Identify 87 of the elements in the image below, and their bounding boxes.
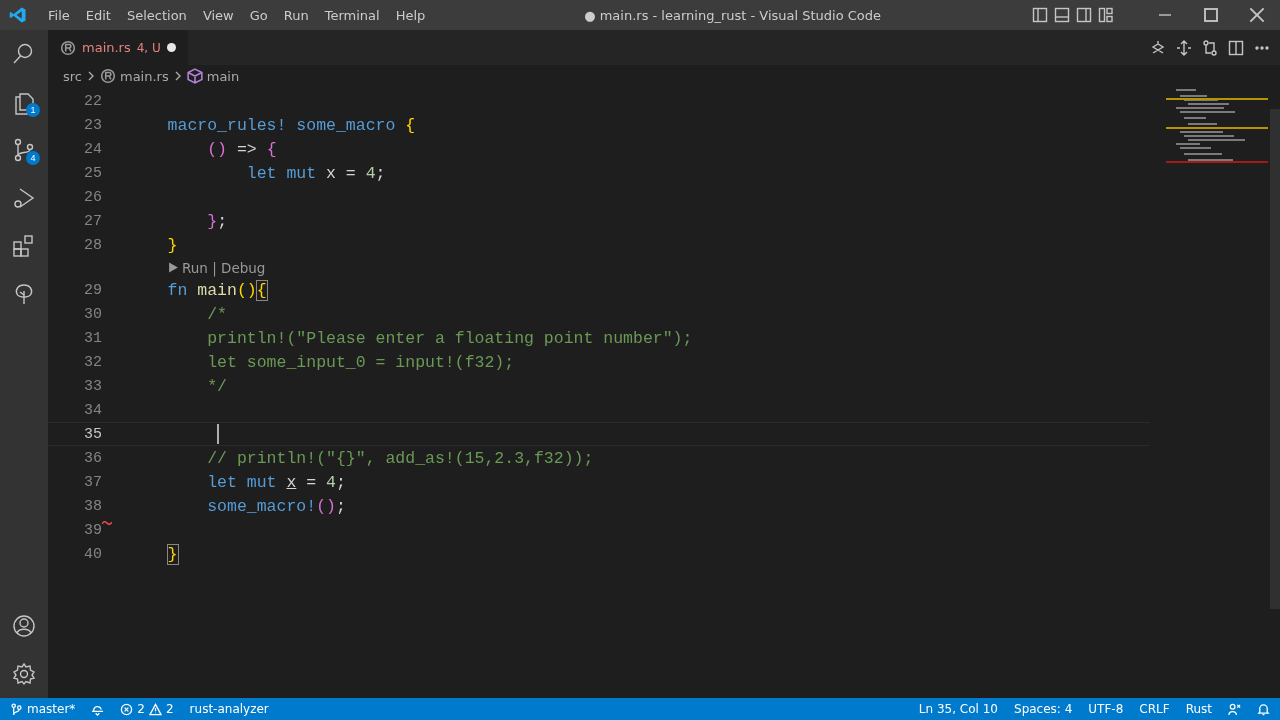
branch-icon	[10, 702, 23, 716]
run-debug-codelens[interactable]: Run | Debug	[168, 259, 266, 276]
secondary-sidebar-layout-icon[interactable]	[1076, 7, 1092, 23]
line-number: 31	[83, 329, 102, 347]
maximize-icon	[1203, 7, 1219, 23]
feedback-icon[interactable]	[1228, 702, 1241, 716]
code-line: */	[206, 375, 228, 397]
code-line: let mut x = 4;	[206, 471, 346, 493]
line-number: 29	[83, 281, 102, 299]
problems-status[interactable]: 2 2	[120, 702, 174, 716]
line-number: 37	[83, 473, 102, 491]
code-line: /*	[206, 303, 228, 325]
code-line: let mut x = 4;	[245, 162, 386, 184]
split-editor-icon[interactable]	[1228, 39, 1244, 56]
warning-icon	[148, 702, 162, 716]
line-number: 40	[83, 545, 102, 563]
close-icon	[1249, 7, 1265, 23]
menu-item[interactable]: Selection	[118, 7, 195, 23]
encoding-status[interactable]: UTF-8	[1088, 702, 1124, 716]
menu-item[interactable]: Go	[241, 7, 276, 23]
text-cursor	[217, 424, 220, 444]
menu-item[interactable]: Help	[387, 7, 434, 23]
code-line: };	[206, 210, 228, 232]
code-line: fn main(){	[166, 279, 267, 301]
menu-item[interactable]: Edit	[77, 7, 119, 23]
panel-layout-icon[interactable]	[1054, 7, 1070, 23]
line-number: 24	[83, 140, 102, 158]
minimize-icon	[1159, 14, 1171, 16]
window-title: ● main.rs - learning_rust - Visual Studio Code	[583, 7, 883, 23]
line-number: 38	[83, 497, 102, 515]
menu-item[interactable]: View	[194, 7, 242, 23]
move-icon[interactable]	[1176, 39, 1192, 56]
line-number: 36	[83, 449, 102, 467]
rust-file-icon	[100, 68, 116, 84]
menu-item[interactable]: Run	[275, 7, 317, 23]
menu-item[interactable]: File	[40, 7, 78, 23]
line-number: 34	[83, 401, 102, 419]
line-number: 39	[83, 521, 102, 539]
unsaved-dot	[166, 43, 176, 52]
play-icon	[168, 262, 179, 273]
customize-layout-icon[interactable]	[1098, 7, 1114, 23]
code-line: }	[166, 234, 178, 256]
settings-icon	[11, 661, 37, 687]
rust-file-icon	[60, 39, 76, 56]
line-number: 32	[83, 353, 102, 371]
menu-item[interactable]: Terminal	[316, 7, 388, 23]
line-number: 23	[83, 116, 102, 134]
error-icon	[120, 702, 134, 716]
activity-bar-item[interactable]: 4	[0, 126, 48, 174]
line-number: 33	[83, 377, 102, 395]
code-line: println!("Please enter a floating point number");	[206, 327, 693, 349]
count-badge: 4	[26, 151, 40, 165]
line-number: 35	[83, 425, 102, 443]
line-ending-status[interactable]: CRLF	[1139, 702, 1170, 716]
account-icon	[11, 613, 37, 639]
compare-changes-icon[interactable]	[1202, 39, 1218, 56]
cube-icon	[186, 68, 203, 84]
line-number: 27	[83, 212, 102, 230]
activity-bar-item[interactable]: 1	[0, 78, 48, 126]
line-number: 22	[83, 92, 102, 110]
cursor-position[interactable]: Ln 35, Col 10	[918, 702, 998, 716]
count-badge: 1	[26, 103, 40, 117]
line-number: 30	[83, 305, 102, 323]
code-line: }	[166, 543, 178, 565]
problem-count: 4, U	[136, 40, 161, 55]
line-number: 25	[83, 164, 102, 182]
sidebar-layout-icon[interactable]	[1032, 7, 1048, 23]
code-line: let some_input_0 = input!(f32);	[206, 351, 515, 373]
code-line: some_macro!();	[206, 495, 346, 517]
notification-bell-icon[interactable]	[1257, 702, 1270, 716]
code-line: macro_rules! some_macro {	[166, 114, 416, 136]
chevron-icon	[86, 71, 96, 81]
line-number: 28	[83, 236, 102, 254]
branch-status[interactable]: master*	[10, 702, 76, 716]
code-line: () => {	[206, 138, 277, 160]
language-server-status[interactable]: rust-analyzer	[189, 702, 269, 716]
language-mode[interactable]: Rust	[1185, 702, 1212, 716]
code-line: // println!("{}", add_as!(15,2.3,f32));	[206, 447, 594, 469]
breadcrumb-item[interactable]: main.rs	[100, 68, 169, 84]
compass-icon[interactable]	[1150, 39, 1166, 56]
breadcrumb-item[interactable]: src	[63, 68, 82, 84]
line-number: 26	[83, 188, 102, 206]
app-logo-icon	[9, 6, 27, 24]
tab-label: main.rs	[82, 40, 131, 55]
indentation-status[interactable]: Spaces: 4	[1014, 702, 1073, 716]
editor-tab[interactable]: main.rs 4, U	[48, 30, 188, 65]
breadcrumb-item[interactable]: main	[186, 68, 240, 84]
